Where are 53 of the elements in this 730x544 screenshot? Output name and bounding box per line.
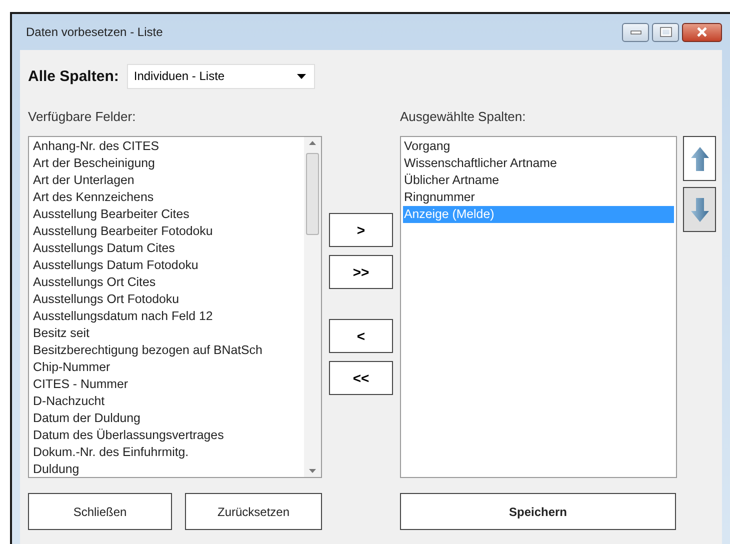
list-item[interactable]: Ausstellungs Datum Fotodoku <box>32 257 304 274</box>
list-item[interactable]: Wissenschaftlicher Artname <box>403 155 674 172</box>
move-up-button[interactable] <box>683 136 716 181</box>
close-icon <box>696 27 708 37</box>
list-item[interactable]: Anhang-Nr. des CITES <box>32 138 304 155</box>
list-item[interactable]: Duldung <box>32 461 304 477</box>
remove-button[interactable]: < <box>329 319 393 353</box>
list-item[interactable]: Ausstellungs Ort Cites <box>32 274 304 291</box>
list-item[interactable]: Dokum.-Nr. des Einfuhrmitg. <box>32 444 304 461</box>
maximize-icon <box>660 27 672 37</box>
list-item[interactable]: Chip-Nummer <box>32 359 304 376</box>
available-fields-list[interactable] <box>28 136 322 478</box>
list-item[interactable]: CITES - Nummer <box>32 376 304 393</box>
scroll-down-icon[interactable] <box>309 469 316 473</box>
footer-button[interactable]: Schließen <box>28 493 172 530</box>
minimize-icon <box>630 29 642 35</box>
list-item[interactable]: Ringnummer <box>403 189 674 206</box>
dropdown-caret-icon <box>296 74 306 78</box>
window-title: Daten vorbesetzen - Liste <box>25 25 163 39</box>
down-arrow-icon <box>690 196 710 222</box>
selected-columns-list[interactable]: Vorgang Wissenschaftlicher Artname Üblicher Artname Ringnummer Anzeige (Melde) <box>400 136 677 478</box>
list-item[interactable]: Besitzberechtigung bezogen auf BNatSch <box>32 342 304 359</box>
list-item[interactable]: Art der Bescheinigung <box>32 155 304 172</box>
list-item[interactable]: Ausstellung Bearbeiter Cites <box>32 206 304 223</box>
available-fields-label: Verfügbare Felder: <box>28 109 137 126</box>
up-arrow-icon <box>690 146 710 172</box>
selected-columns-label: Ausgewählte Spalten: <box>400 109 527 126</box>
add-button[interactable]: >> <box>329 255 393 289</box>
list-item[interactable]: Datum des Überlassungsvertrages <box>32 427 304 444</box>
maximize-button[interactable] <box>652 22 679 42</box>
save-button[interactable]: Speichern <box>400 493 676 530</box>
close-button[interactable] <box>682 22 722 42</box>
list-item[interactable]: Ausstellungs Ort Fotodoku <box>32 291 304 308</box>
list-item[interactable]: Ausstellungs Datum Cites <box>32 240 304 257</box>
list-item[interactable]: Besitz seit <box>32 325 304 342</box>
minimize-button[interactable] <box>622 22 649 42</box>
scrollbar-thumb[interactable] <box>306 153 319 235</box>
list-item[interactable]: Art des Kennzeichens <box>32 189 304 206</box>
list-item[interactable]: Ausstellungsdatum nach Feld 12 <box>32 308 304 325</box>
list-item[interactable]: Datum der Duldung <box>32 410 304 427</box>
list-item[interactable]: Ausstellung Bearbeiter Fotodoku <box>32 223 304 240</box>
list-item[interactable]: Art der Unterlagen <box>32 172 304 189</box>
columns-dropdown[interactable]: Individuen - Liste <box>126 64 315 88</box>
remove-button[interactable]: << <box>329 361 393 395</box>
scroll-up-icon[interactable] <box>309 141 316 145</box>
add-button[interactable]: > <box>329 213 393 247</box>
list-item[interactable]: Vorgang <box>403 138 674 155</box>
list-item[interactable]: D-Nachzucht <box>32 393 304 410</box>
move-down-button[interactable] <box>683 187 716 232</box>
scrollbar[interactable] <box>304 137 321 477</box>
all-columns-label: Alle Spalten: <box>28 68 119 84</box>
list-item[interactable]: Üblicher Artname <box>403 172 674 189</box>
footer-button[interactable]: Zurücksetzen <box>185 493 322 530</box>
